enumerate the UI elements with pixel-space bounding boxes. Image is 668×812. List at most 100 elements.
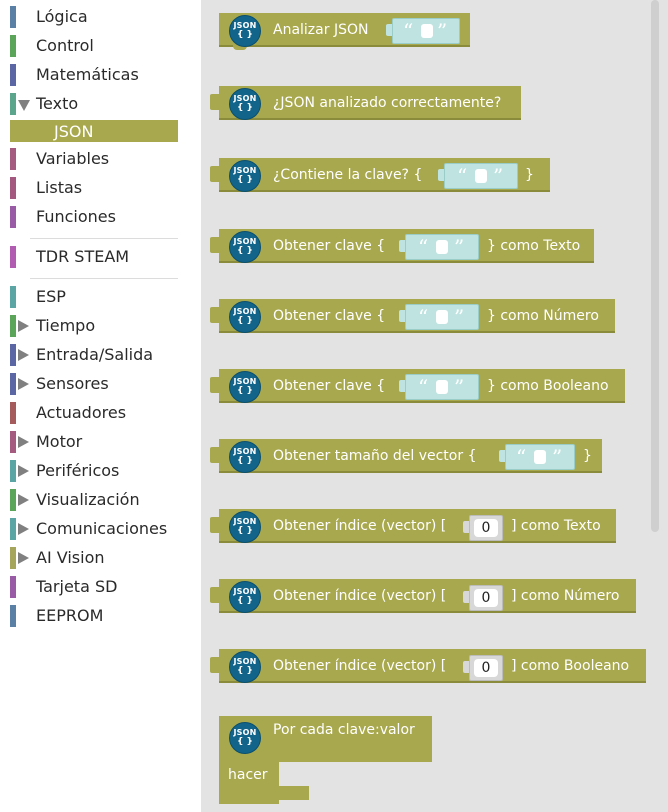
output-tab [210, 517, 220, 533]
category-color-bar [10, 206, 16, 228]
input-tab [463, 661, 469, 673]
expand-arrow-icon[interactable] [18, 100, 30, 111]
block-get-array-size[interactable]: JSON{ } Obtener tamaño del vector { “ ” … [210, 439, 602, 473]
category-color-bar [10, 286, 16, 308]
json-icon: JSON{ } [229, 301, 261, 333]
close-quote-icon: ” [437, 19, 448, 43]
do-label: hacer [228, 767, 268, 783]
json-icon-text: JSON [233, 657, 257, 666]
block-get-key-text[interactable]: JSON{ } Obtener clave { “ ” } como Texto [210, 229, 594, 263]
block-label: Analizar JSON [273, 22, 369, 38]
collapsed-arrow-icon[interactable] [18, 494, 29, 506]
block-get-index-boolean[interactable]: JSON{ } Obtener índice (vector) [ 0 ] co… [210, 649, 646, 683]
json-icon-braces: { } [237, 30, 253, 40]
json-icon: JSON{ } [229, 88, 261, 120]
string-input[interactable]: “ ” [399, 374, 479, 400]
json-icon-text: JSON [233, 587, 257, 596]
flyout-scrollbar[interactable] [651, 0, 659, 532]
category-label: Visualización [36, 490, 140, 509]
number-field[interactable]: 0 [474, 659, 498, 677]
json-icon-braces: { } [237, 456, 253, 466]
statement-slot[interactable] [281, 762, 311, 784]
string-input[interactable]: “ ” [438, 163, 518, 189]
text-field[interactable] [534, 450, 546, 464]
string-input[interactable]: “ ” [399, 234, 479, 260]
block-label: Obtener clave { [273, 238, 386, 254]
category-label: Listas [36, 178, 83, 197]
open-quote-icon: “ [516, 445, 527, 469]
block-get-key-number[interactable]: JSON{ } Obtener clave { “ ” } como Númer… [210, 299, 615, 333]
input-tab [386, 24, 392, 36]
json-icon-braces: { } [237, 246, 253, 256]
json-icon-braces: { } [237, 526, 253, 536]
string-input[interactable]: “ ” [399, 304, 479, 330]
category-label: Periféricos [36, 461, 120, 480]
output-tab [210, 94, 220, 110]
category-color-bar [10, 402, 16, 424]
string-input[interactable]: “ ” [386, 18, 460, 44]
collapsed-arrow-icon[interactable] [18, 378, 29, 390]
close-quote-icon: ” [454, 375, 465, 399]
output-tab [210, 166, 220, 182]
block-get-index-text[interactable]: JSON{ } Obtener índice (vector) [ 0 ] co… [210, 509, 616, 543]
block-label-suffix: ] como Número [511, 588, 620, 604]
output-tab [210, 587, 220, 603]
category-label: Control [36, 36, 94, 55]
input-tab [399, 380, 405, 392]
text-field[interactable] [436, 310, 448, 324]
json-icon: JSON{ } [229, 15, 261, 47]
string-input[interactable]: “ ” [499, 444, 575, 470]
block-label-suffix: } [583, 448, 592, 464]
block-contains-key[interactable]: JSON{ } ¿Contiene la clave? { “ ” } [210, 158, 550, 192]
close-quote-icon: ” [454, 235, 465, 259]
text-field[interactable] [436, 240, 448, 254]
category-label: Comunicaciones [36, 519, 168, 538]
block-for-each-key-value[interactable]: JSON{ } Por cada clave:valor hacer [219, 716, 432, 804]
json-icon-text: JSON [233, 447, 257, 456]
number-input[interactable]: 0 [463, 655, 503, 681]
collapsed-arrow-icon[interactable] [18, 523, 29, 535]
category-color-bar [10, 35, 16, 57]
category-label: EEPROM [36, 606, 104, 625]
json-icon-braces: { } [237, 737, 253, 747]
output-tab [210, 657, 220, 673]
text-field[interactable] [421, 24, 433, 38]
open-quote-icon: “ [403, 19, 414, 43]
category-label: Texto [36, 94, 79, 113]
collapsed-arrow-icon[interactable] [18, 436, 29, 448]
block-parse-json[interactable]: JSON{ } Analizar JSON “ ” [219, 13, 470, 50]
collapsed-arrow-icon[interactable] [18, 552, 29, 564]
block-json-parsed-ok[interactable]: JSON{ } ¿JSON analizado correctamente? [210, 86, 521, 120]
collapsed-arrow-icon[interactable] [18, 465, 29, 477]
category-color-bar [10, 547, 16, 569]
json-icon-text: JSON [233, 21, 257, 30]
collapsed-arrow-icon[interactable] [18, 320, 29, 332]
output-tab [210, 447, 220, 463]
separator [30, 278, 178, 279]
text-field[interactable] [436, 380, 448, 394]
input-tab [438, 169, 444, 181]
block-label-suffix: ] como Texto [511, 518, 601, 534]
block-label: Obtener clave { [273, 378, 386, 394]
block-label: ¿JSON analizado correctamente? [273, 95, 502, 111]
block-label: Obtener índice (vector) [ [273, 588, 447, 604]
toolbox-sidebar: Lógica Control Matemáticas Texto JSON Va… [0, 0, 200, 812]
number-input[interactable]: 0 [463, 585, 503, 611]
json-icon: JSON{ } [229, 722, 261, 754]
number-input[interactable]: 0 [463, 515, 503, 541]
collapsed-arrow-icon[interactable] [18, 349, 29, 361]
input-tab [463, 521, 469, 533]
category-color-bar [10, 93, 16, 115]
block-get-key-boolean[interactable]: JSON{ } Obtener clave { “ ” } como Boole… [210, 369, 625, 403]
number-field[interactable]: 0 [474, 589, 498, 607]
number-field[interactable]: 0 [474, 519, 498, 537]
json-icon-braces: { } [237, 175, 253, 185]
open-quote-icon: “ [457, 164, 468, 188]
category-color-bar [10, 518, 16, 540]
block-get-index-number[interactable]: JSON{ } Obtener índice (vector) [ 0 ] co… [210, 579, 636, 613]
text-field[interactable] [475, 169, 487, 183]
json-icon-text: JSON [233, 728, 257, 737]
subcategory-json[interactable]: JSON [10, 120, 178, 142]
input-tab [399, 310, 405, 322]
json-icon-braces: { } [237, 103, 253, 113]
